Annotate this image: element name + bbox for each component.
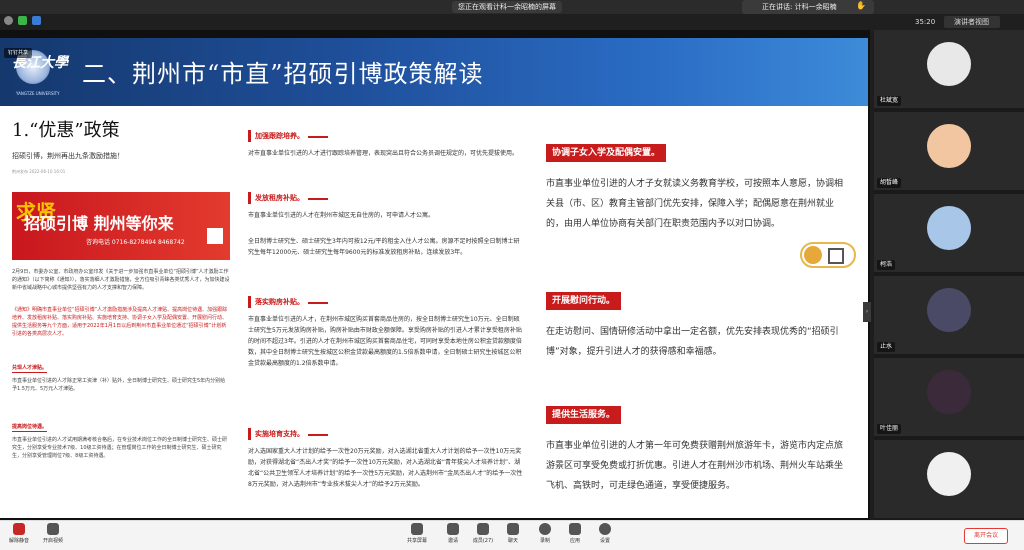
invite-button[interactable]: 邀请 [438,523,468,544]
raise-hand-icon[interactable]: ✋ [856,1,866,10]
view-mode-button[interactable]: 演讲者视图 [944,16,1000,28]
shield-icon [32,16,41,25]
recruitment-banner: 求贤 招硕引博 荆州等你来 咨询电话 0716-8278494 8468742 [12,192,230,260]
collapse-panel-button[interactable]: › [863,302,871,322]
participant-name: 叶佳丽 [877,424,902,434]
policy-heading: 发放租房补贴。 [248,192,308,204]
participant-tile[interactable]: 柯浩 [874,194,1024,272]
policy-heading-block: 开展慰问行动。 [546,292,622,310]
record-icon [539,523,551,535]
policy-body: 市直事业单位引进的人才在荆州市城区无自住房的，可申请人才公寓。 [248,212,435,219]
policy-heading: 实施培育支持。 [248,428,308,440]
participant-panel: 杜斌宽 胡皙峰 柯浩 止水 叶佳丽 [874,30,1024,520]
participant-name: 柯浩 [877,260,896,270]
article-subtitle: 招硕引博，荆州再出九条激励措施！ [12,152,124,160]
start-video-button[interactable]: 开启视频 [36,523,70,544]
participant-tile[interactable]: 杜斌宽 [874,30,1024,108]
avatar [927,124,971,168]
widget-avatar-icon [804,246,822,264]
policy-heading: 加强跟踪培养。 [248,130,308,142]
slide-header: 長江大學 YANGTZE UNIVERSITY 二、荆州市“市直”招硕引博政策解… [0,38,868,106]
participant-name: 胡皙峰 [877,178,902,188]
settings-label: 设置 [599,538,610,544]
policy-body: 对入选国家重大人才计划的给予一次性20万元奖励，对入选湖北省重大人才计划的给予一… [248,448,523,488]
apps-button[interactable]: 应用 [560,523,590,544]
presentation-slide: 長江大學 YANGTZE UNIVERSITY 二、荆州市“市直”招硕引博政策解… [0,38,868,518]
unmute-button[interactable]: 解除静音 [2,523,36,544]
article-meta: 荆州发布 2022-06-10 16:01 [12,169,66,174]
apps-icon [569,523,581,535]
status-bar: 35:20 演讲者视图 [0,14,1024,30]
policy-body: 全日制博士研究生、硕士研究生3年内可按12元/平的租金入住人才公寓。房源不足时按… [248,238,520,256]
avatar [927,42,971,86]
chat-button[interactable]: 聊天 [498,523,528,544]
article-paragraph: 2月9日，市委办公室、市政府办公室印发《关于进一步加强市直事业单位“招硕引博”人… [12,269,230,291]
meeting-toolbar: 解除静音 开启视频 共享屏幕 邀请 成员(27) 聊天 录制 应用 设置 离开会… [0,520,1024,550]
policy-column-right: 协调子女入学及配偶安置。 市直事业单位引进的人才子女就读义务教育学校，可按照本人… [540,106,860,518]
policy-heading: 落实购房补贴。 [248,296,308,308]
participant-name: 杜斌宽 [877,96,902,106]
settings-button[interactable]: 设置 [590,523,620,544]
qr-code-icon [828,248,844,264]
camera-off-icon [47,523,59,535]
policy-subheading: 提高岗位待遇。 [12,424,48,432]
policy-body-large: 市直事业单位引进的人才第一年可免费获赠荆州旅游年卡，游览市内定点旅游景区可享受免… [546,441,844,491]
participant-tile[interactable] [874,440,1024,518]
avatar [927,206,971,250]
participant-tile[interactable]: 叶佳丽 [874,358,1024,436]
policy-subheading: 兑现人才津贴。 [12,365,48,373]
qr-code-icon [207,228,223,244]
screen-viewing-notice: 您正在观看计科一余昭楠的屏幕 [452,1,562,13]
policy-heading-block: 提供生活服务。 [546,406,622,424]
article-paragraph: 市直事业单位引进的人才除正常工资津（补）贴外，全日制博士研究生、硕士研究生5年内… [12,378,226,392]
chat-label: 聊天 [507,538,518,544]
share-screen-icon [411,523,423,535]
leave-meeting-button[interactable]: 离开会议 [964,528,1008,544]
section-heading: 1.“优惠”政策 [12,120,120,141]
chat-icon [507,523,519,535]
avatar [927,370,971,414]
invite-label: 邀请 [447,538,458,544]
gear-icon [599,523,611,535]
banner-text: 招硕引博 荆州等你来 [24,214,174,233]
policy-body-large: 市直事业单位引进的人才子女就读义务教育学校，可按照本人意愿，协调相关县（市、区）… [546,179,844,229]
participant-tile[interactable]: 胡皙峰 [874,112,1024,190]
apps-label: 应用 [569,538,580,544]
share-screen-label: 共享屏幕 [406,538,427,544]
members-label: 成员(27) [472,538,494,544]
participant-name: 止水 [877,342,896,352]
record-button[interactable]: 录制 [530,523,560,544]
members-icon [477,523,489,535]
microphone-muted-icon [13,523,25,535]
article-paragraph: 市直事业单位引进的人才试用期满考核合格后，在专业技术岗位工作的全日制博士研究生、… [12,437,228,459]
article-paragraph-highlight: 《通知》明确市直事业单位“招硕引博”人才激励措施涉及提高人才津贴、提高岗位待遇、… [12,307,228,337]
speaking-indicator: 正在讲话: 计科一余昭楠 [742,0,874,14]
participant-tile[interactable]: 止水 [874,276,1024,354]
start-video-label: 开启视频 [42,538,63,544]
policy-body-large: 在走访慰问、国情研修活动中拿出一定名额，优先安排表现优秀的“招硕引博”对象，提升… [546,327,839,357]
members-button[interactable]: 成员(27) [468,523,498,544]
policy-column-middle: 加强跟踪培养。 对市直事业单位引进的人才进行跟踪培养管理，表现突出且符合公务员调… [248,106,528,518]
university-name-en: YANGTZE UNIVERSITY [16,91,60,96]
policy-heading-block: 协调子女入学及配偶安置。 [546,144,667,162]
record-label: 录制 [539,538,550,544]
article-column: 1.“优惠”政策 招硕引博，荆州再出九条激励措施！ 荆州发布 2022-06-1… [0,106,240,518]
slide-title: 二、荆州市“市直”招硕引博政策解读 [82,60,484,88]
meeting-timer: 35:20 [915,18,936,26]
avatar [927,452,971,496]
banner-phone: 咨询电话 0716-8278494 8468742 [86,239,185,246]
share-screen-button[interactable]: 共享屏幕 [402,523,432,544]
policy-body: 市直事业单位引进的人才，在荆州市城区购买首套商品住房的，按全日制博士研究生10万… [248,316,522,367]
screenshare-tag: 钉钉共享 [4,48,33,58]
shared-screen-area: 長江大學 YANGTZE UNIVERSITY 二、荆州市“市直”招硕引博政策解… [0,30,871,520]
policy-body: 对市直事业单位引进的人才进行跟踪培养管理，表现突出且符合公务员调任规定的，可优先… [248,150,519,157]
status-icons [4,16,41,25]
floating-qr-widget[interactable] [800,242,856,268]
unmute-label: 解除静音 [8,538,29,544]
avatar [927,288,971,332]
info-icon[interactable] [4,16,13,25]
meeting-topbar: 您正在观看计科一余昭楠的屏幕 正在讲话: 计科一余昭楠 ✋ [0,0,1024,14]
signal-icon [18,16,27,25]
invite-icon [447,523,459,535]
